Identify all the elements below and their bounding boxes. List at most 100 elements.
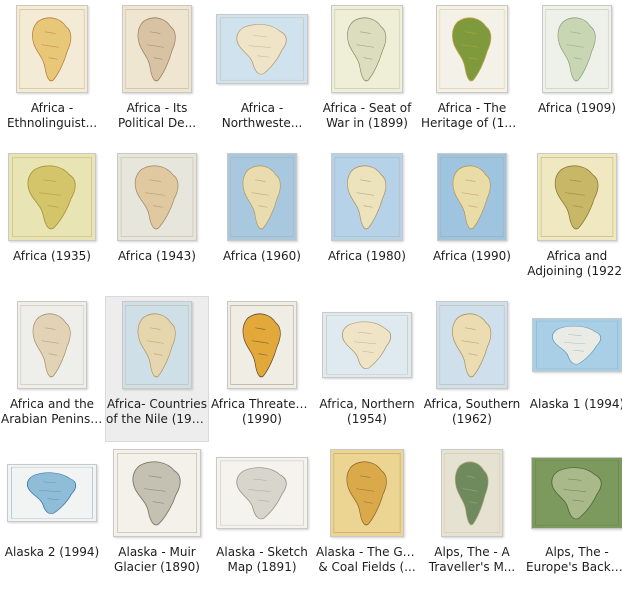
file-item[interactable]: Africa - Its Political De...	[105, 0, 209, 146]
file-item[interactable]: Africa - The Heritage of (1972)	[420, 0, 524, 146]
file-item[interactable]: Africa (1943)	[105, 148, 209, 294]
file-name-line-1: Alps, The - A	[434, 545, 510, 559]
file-name-line-2: (1990)	[242, 412, 282, 426]
file-item[interactable]: Alaska 2 (1994)	[0, 444, 104, 590]
file-item[interactable]: Africa- Countries of the Nile (1963)	[105, 296, 209, 442]
file-name-line-1: Africa - Its	[126, 101, 188, 115]
file-name-line-1: Africa and the	[9, 397, 95, 411]
file-name-line-1: Africa, Northern	[319, 397, 415, 411]
file-name-label: Africa Threatened (1990)	[211, 397, 313, 427]
file-name-label: Africa (1943)	[106, 249, 208, 264]
thumbnail-frame	[422, 299, 522, 391]
thumbnail-frame	[212, 447, 312, 539]
file-name-line-2: (1954)	[347, 412, 387, 426]
file-name-line-1: Alaska - Sketch	[216, 545, 308, 559]
file-item[interactable]: Alps, The - A Traveller's M...	[420, 444, 524, 590]
file-item[interactable]: Africa (1980)	[315, 148, 419, 294]
thumbnail-frame	[2, 299, 102, 391]
file-name-line-1: Africa (1943)	[118, 249, 196, 263]
file-item[interactable]: Africa - Northweste...	[210, 0, 314, 146]
file-item[interactable]: Africa and Adjoining (1922)	[525, 148, 622, 294]
map-thumbnail-icon	[331, 153, 403, 241]
thumbnail-frame	[527, 299, 622, 391]
file-name-line-1: Alaska 1 (1994)	[529, 397, 622, 411]
file-item[interactable]: Africa (1960)	[210, 148, 314, 294]
map-thumbnail-icon	[216, 457, 308, 529]
file-name-line-1: Africa (1909)	[538, 101, 616, 115]
file-name-label: Africa, Northern (1954)	[316, 397, 418, 427]
map-thumbnail-icon	[122, 301, 192, 389]
map-thumbnail-icon	[227, 153, 297, 241]
map-thumbnail-icon	[7, 464, 97, 522]
thumbnail-frame	[2, 151, 102, 243]
file-name-line-2: Heritage of (1972)	[421, 116, 523, 130]
file-name-label: Africa (1990)	[421, 249, 523, 264]
file-item[interactable]: Africa Threatened (1990)	[210, 296, 314, 442]
file-name-label: Africa - Northweste...	[211, 101, 313, 131]
file-name-line-2: Glacier (1890)	[114, 560, 200, 574]
file-name-line-2: Arabian Peninsu...	[1, 412, 103, 426]
map-thumbnail-icon	[331, 5, 403, 93]
file-name-line-2: of the Nile (1963)	[106, 412, 208, 426]
map-thumbnail-icon	[437, 153, 507, 241]
thumbnail-frame	[422, 447, 522, 539]
file-name-label: Africa and the Arabian Peninsu...	[1, 397, 103, 427]
file-item[interactable]: Africa, Northern (1954)	[315, 296, 419, 442]
file-name-line-2: (1962)	[452, 412, 492, 426]
file-name-label: Africa- Countries of the Nile (1963)	[106, 397, 208, 427]
map-thumbnail-icon	[8, 153, 96, 241]
file-name-label: Africa (1935)	[1, 249, 103, 264]
file-name-line-1: Alaska 2 (1994)	[4, 545, 100, 559]
file-name-label: Alps, The -Europe's Backbo...	[526, 545, 622, 575]
file-name-line-1: Africa- Countries	[107, 397, 207, 411]
file-name-label: Alaska 1 (1994)	[526, 397, 622, 412]
thumbnail-frame	[107, 299, 207, 391]
thumbnail-frame	[107, 447, 207, 539]
file-item[interactable]: Alaska - The Gold & Coal Fields (...	[315, 444, 419, 590]
file-item[interactable]: Alaska 1 (1994)	[525, 296, 622, 442]
file-name-label: Alps, The - A Traveller's M...	[421, 545, 523, 575]
map-thumbnail-icon	[532, 318, 622, 372]
map-thumbnail-icon	[436, 5, 508, 93]
file-item[interactable]: Africa (1935)	[0, 148, 104, 294]
file-item[interactable]: Africa - Ethnolinguist...	[0, 0, 104, 146]
file-item[interactable]: Alaska - Muir Glacier (1890)	[105, 444, 209, 590]
file-name-line-1: Africa and	[546, 249, 608, 263]
map-thumbnail-icon	[531, 457, 622, 529]
file-name-line-1: Africa -	[240, 101, 284, 115]
file-name-line-1: Africa Threatened	[211, 397, 313, 411]
file-name-line-2: Northweste...	[221, 116, 303, 130]
file-name-label: Alaska - The Gold & Coal Fields (...	[316, 545, 418, 575]
thumbnail-frame	[317, 151, 417, 243]
file-item[interactable]: Africa (1909)	[525, 0, 622, 146]
thumbnail-frame	[317, 3, 417, 95]
thumbnail-frame	[2, 3, 102, 95]
file-item[interactable]: Alaska - Sketch Map (1891)	[210, 444, 314, 590]
file-name-label: Africa and Adjoining (1922)	[526, 249, 622, 279]
file-item[interactable]: Africa - Seat of War in (1899)	[315, 0, 419, 146]
file-name-line-1: Alaska - The Gold	[316, 545, 418, 559]
thumbnail-frame	[2, 447, 102, 539]
file-name-line-2: Europe's Backbo...	[526, 560, 622, 574]
file-name-label: Africa (1980)	[316, 249, 418, 264]
file-item[interactable]: Alps, The -Europe's Backbo...	[525, 444, 622, 590]
map-thumbnail-icon	[122, 5, 192, 93]
file-name-line-1: Africa (1990)	[433, 249, 511, 263]
file-name-line-2: Traveller's M...	[428, 560, 516, 574]
file-name-line-2: Map (1891)	[227, 560, 297, 574]
file-name-label: Africa - Its Political De...	[106, 101, 208, 131]
file-name-line-1: Alps, The -	[545, 545, 609, 559]
thumbnail-frame	[422, 151, 522, 243]
map-thumbnail-icon	[113, 449, 201, 537]
file-name-label: Alaska - Sketch Map (1891)	[211, 545, 313, 575]
map-thumbnail-icon	[17, 301, 87, 389]
thumbnail-frame	[212, 3, 312, 95]
file-name-line-1: Africa -	[30, 101, 74, 115]
file-name-label: Africa - The Heritage of (1972)	[421, 101, 523, 131]
thumbnail-frame	[527, 3, 622, 95]
file-item[interactable]: Africa, Southern (1962)	[420, 296, 524, 442]
map-thumbnail-icon	[322, 312, 412, 378]
file-item[interactable]: Africa and the Arabian Peninsu...	[0, 296, 104, 442]
file-grid: Africa - Ethnolinguist... Africa - Its Poli…	[0, 0, 622, 586]
file-item[interactable]: Africa (1990)	[420, 148, 524, 294]
